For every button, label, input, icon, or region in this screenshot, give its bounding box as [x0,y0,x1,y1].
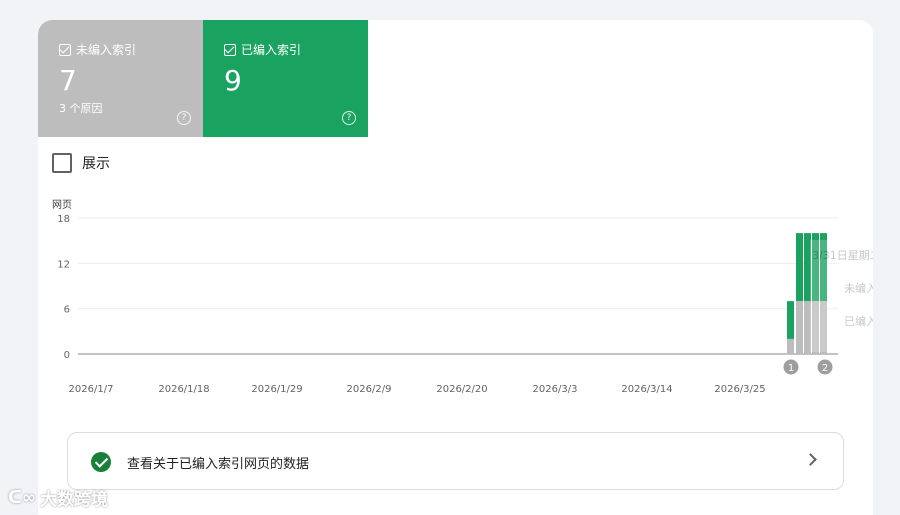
y-axis-title: 网页 [52,200,72,211]
check-circle-icon [91,452,111,472]
impressions-toggle[interactable]: 展示 [52,153,110,173]
x-tick-label: 2026/3/14 [621,384,672,395]
not-indexed-tile[interactable]: 未编入索引 7 3 个原因 ? [38,20,203,137]
x-tick-label: 2026/3/3 [533,384,578,395]
x-tick-label: 2026/1/18 [158,384,209,395]
y-tick-label: 6 [64,305,70,316]
not-indexed-count: 7 [59,64,77,97]
watermark-logo-icon: ᑕ∞ [8,487,37,508]
annotation-marker-label: 1 [788,363,794,374]
watermark: ᑕ∞ 大数跨境 [8,485,109,511]
bar-indexed [787,301,794,339]
not-indexed-label: 未编入索引 [76,43,137,57]
chevron-right-icon [804,453,817,466]
tooltip-row-indexed: 已编入索引 [844,315,873,328]
bar-not-indexed [787,338,794,354]
indexed-label: 已编入索引 [241,43,302,57]
index-coverage-card: 未编入索引 7 3 个原因 ? 已编入索引 9 ? 展示 网页 0 6 12 18 20… [38,20,873,515]
y-tick-label: 18 [57,214,70,225]
checkbox-checked-icon [59,43,71,56]
y-tick-label: 12 [57,259,70,270]
annotation-marker-label: 2 [822,363,828,374]
indexed-header: 已编入索引 [224,41,301,58]
help-icon[interactable]: ? [342,111,356,125]
tooltip-row-not-indexed: 未编入索引 [844,282,873,295]
chart-tooltip-ghost: 3/31日星期二 未编入索引 已编入索引 [810,240,873,352]
bar-not-indexed [796,301,803,354]
impressions-toggle-label: 展示 [82,156,110,172]
not-indexed-reasons: 3 个原因 [59,102,103,115]
checkbox-unchecked-icon[interactable] [52,153,72,173]
y-tick-label: 0 [64,350,70,361]
indexed-pages-link-text: 查看关于已编入索引网页的数据 [127,457,310,472]
help-icon[interactable]: ? [177,111,191,125]
indexed-pages-link[interactable]: 查看关于已编入索引网页的数据 [67,432,844,490]
tooltip-date: 3/31日星期二 [812,249,873,262]
indexed-count: 9 [224,64,242,97]
checkbox-checked-icon [224,43,236,56]
x-tick-label: 2026/3/25 [714,384,765,395]
not-indexed-header: 未编入索引 [59,41,136,58]
x-tick-label: 2026/1/7 [69,384,114,395]
x-tick-label: 2026/2/20 [436,384,487,395]
bar-indexed [796,233,803,302]
pages-chart: 0612182026/1/7 2026/1/18 2026/1/29 2026/2/9… [57,214,838,395]
x-tick-label: 2026/2/9 [347,384,392,395]
x-tick-label: 2026/1/29 [251,384,302,395]
indexed-tile[interactable]: 已编入索引 9 ? [203,20,368,137]
watermark-text: 大数跨境 [40,490,109,510]
